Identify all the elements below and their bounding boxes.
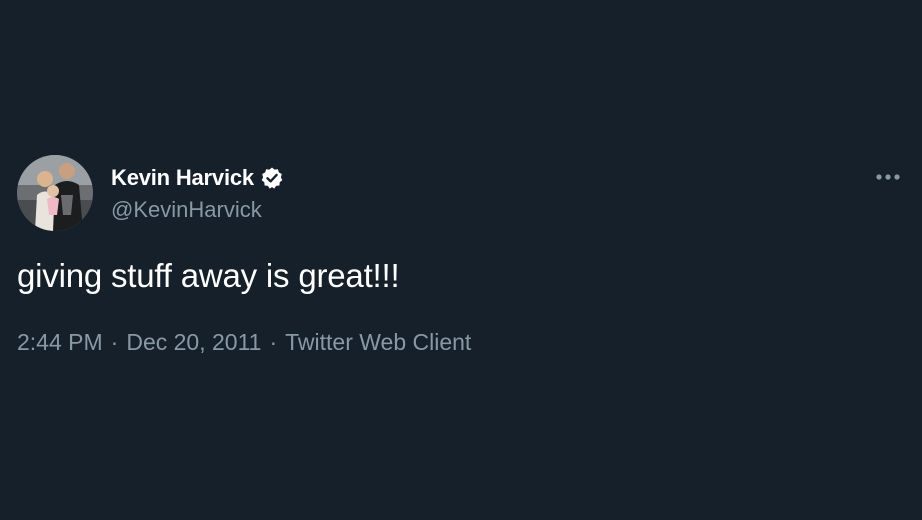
meta-separator: ·: [269, 329, 278, 355]
avatar-photo-icon: [17, 155, 93, 231]
author-display-name[interactable]: Kevin Harvick: [111, 165, 254, 191]
tweet-card: Kevin Harvick @KevinHarvick giving stuff…: [0, 0, 922, 520]
tweet-date[interactable]: Dec 20, 2011: [126, 329, 261, 356]
tweet-time[interactable]: 2:44 PM: [17, 329, 103, 356]
meta-separator: ·: [110, 329, 119, 355]
tweet-metadata: 2:44 PM · Dec 20, 2011 · Twitter Web Cli…: [17, 329, 471, 356]
author-handle[interactable]: @KevinHarvick: [111, 197, 262, 223]
tweet-text: giving stuff away is great!!!: [17, 257, 400, 294]
more-dots-icon: [876, 174, 900, 180]
author-avatar[interactable]: [17, 155, 93, 231]
verified-badge-icon: [260, 166, 284, 190]
author-name-row: Kevin Harvick: [111, 164, 284, 192]
more-options-button[interactable]: [872, 166, 904, 188]
tweet-source[interactable]: Twitter Web Client: [285, 329, 471, 356]
